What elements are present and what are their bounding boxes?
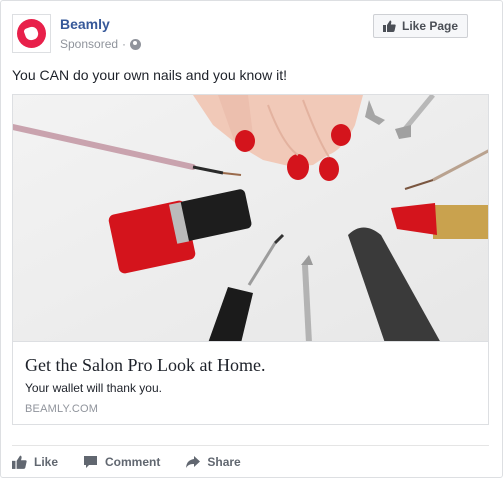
comment-icon <box>84 456 98 468</box>
post-message: You CAN do your own nails and you know i… <box>12 67 287 83</box>
link-domain: BEAMLY.COM <box>25 403 99 415</box>
sponsored-label[interactable]: Sponsored <box>60 37 118 51</box>
separator-dot: · <box>122 37 127 51</box>
thumbs-up-icon <box>12 455 27 469</box>
like-label: Like <box>34 455 59 469</box>
post-actions-bar: Like Comment Share <box>12 451 266 473</box>
share-arrow-icon <box>186 455 201 468</box>
beamly-logo-icon <box>17 19 46 48</box>
share-button[interactable]: Share <box>185 451 241 473</box>
sponsored-post-card: Beamly Sponsored · Like Page You CAN do … <box>0 0 503 478</box>
link-headline[interactable]: Get the Salon Pro Look at Home. <box>25 354 476 376</box>
like-page-label: Like Page <box>401 19 459 33</box>
thumbs-up-icon <box>382 20 396 32</box>
ad-image-nail-products[interactable] <box>12 94 489 342</box>
globe-icon <box>130 38 142 50</box>
link-description: Your wallet will thank you. <box>25 381 162 395</box>
like-button[interactable]: Like <box>12 451 58 473</box>
like-page-button[interactable]: Like Page <box>373 14 468 38</box>
link-preview[interactable]: Get the Salon Pro Look at Home. Your wal… <box>12 342 489 425</box>
nail-products-illustration <box>13 95 488 341</box>
comment-label: Comment <box>105 455 161 469</box>
actions-divider <box>12 445 489 446</box>
page-name[interactable]: Beamly <box>60 16 110 32</box>
page-avatar[interactable] <box>12 14 51 53</box>
comment-button[interactable]: Comment <box>83 451 160 473</box>
share-label: Share <box>207 455 241 469</box>
sponsored-line: Sponsored · <box>60 37 142 51</box>
